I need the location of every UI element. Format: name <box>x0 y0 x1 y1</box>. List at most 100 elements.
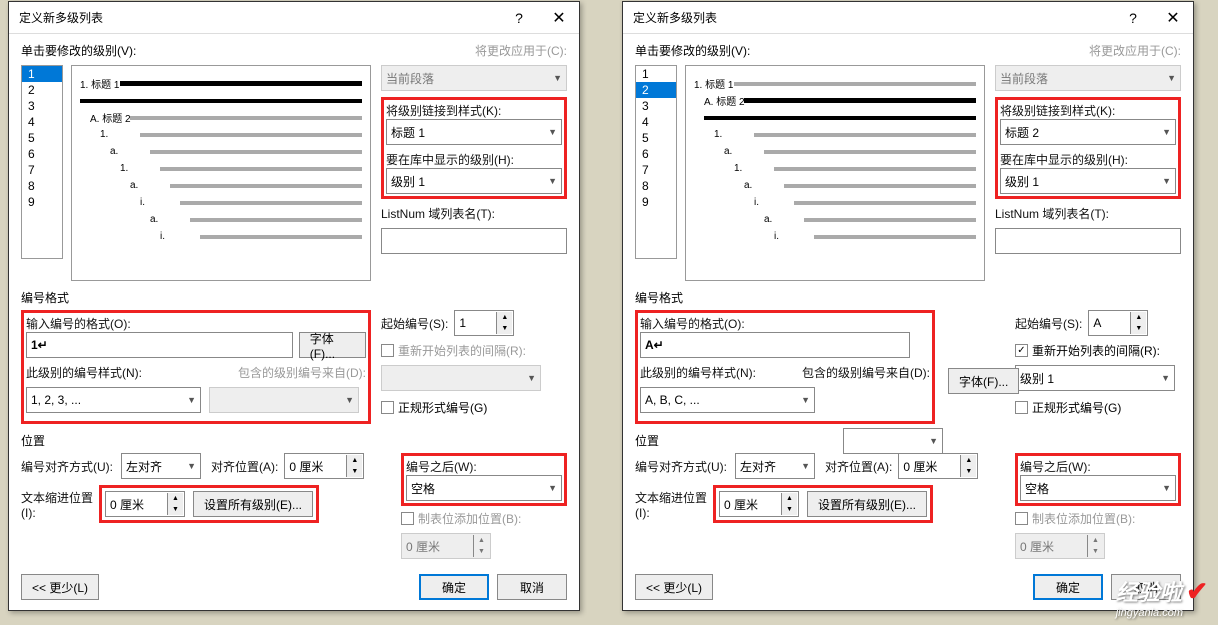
show-level-label: 要在库中显示的级别(H): <box>386 151 562 168</box>
level-list[interactable]: 1 2 3 4 5 6 7 8 9 <box>21 65 63 259</box>
indent-label: 文本缩进位置(I): <box>635 489 713 520</box>
cancel-button[interactable]: 取消 <box>497 574 567 600</box>
tab-pos-label: 制表位添加位置(B): <box>1032 510 1135 527</box>
level-item[interactable]: 5 <box>22 130 62 146</box>
listnum-label: ListNum 域列表名(T): <box>381 205 567 222</box>
level-item[interactable]: 1 <box>22 66 62 82</box>
level-item[interactable]: 7 <box>22 162 62 178</box>
link-style-label: 将级别链接到样式(K): <box>1000 102 1176 119</box>
help-button[interactable]: ? <box>499 2 539 34</box>
level-item[interactable]: 6 <box>636 146 676 162</box>
start-at-input[interactable]: 1 ▲▼ <box>454 310 514 336</box>
close-button[interactable]: ✕ <box>1153 2 1193 34</box>
level-item[interactable]: 7 <box>636 162 676 178</box>
show-level-select[interactable]: 级别 1▼ <box>1000 168 1176 194</box>
level-item[interactable]: 2 <box>22 82 62 98</box>
link-style-label: 将级别链接到样式(K): <box>386 102 562 119</box>
restart-select[interactable]: 级别 1▼ <box>1015 365 1175 391</box>
level-item[interactable]: 4 <box>636 114 676 130</box>
number-format-group: 编号格式 <box>21 289 567 306</box>
level-item[interactable]: 2 <box>636 82 676 98</box>
preview-box: 1. 标题 1 A. 标题 2 1. a. 1. a. i. a. i. <box>685 65 985 281</box>
legal-label: 正规形式编号(G) <box>398 399 487 416</box>
set-all-button[interactable]: 设置所有级别(E)... <box>807 491 927 517</box>
listnum-input[interactable] <box>995 228 1181 254</box>
apply-to-label: 将更改应用于(C): <box>1089 42 1181 59</box>
set-all-button[interactable]: 设置所有级别(E)... <box>193 491 313 517</box>
level-item[interactable]: 8 <box>22 178 62 194</box>
level-item[interactable]: 8 <box>636 178 676 194</box>
ok-button[interactable]: 确定 <box>1033 574 1103 600</box>
align-at-label: 对齐位置(A): <box>825 458 892 475</box>
level-item[interactable]: 1 <box>636 66 676 82</box>
dialog-title: 定义新多级列表 <box>19 9 103 26</box>
level-item[interactable]: 5 <box>636 130 676 146</box>
show-level-label: 要在库中显示的级别(H): <box>1000 151 1176 168</box>
legal-label: 正规形式编号(G) <box>1032 399 1121 416</box>
level-item[interactable]: 3 <box>636 98 676 114</box>
dialog-right: 定义新多级列表 ? ✕ 单击要修改的级别(V): 将更改应用于(C): 1 2 … <box>622 1 1194 611</box>
restart-checkbox[interactable]: ✓ <box>1015 344 1028 357</box>
click-level-label: 单击要修改的级别(V): <box>635 42 750 59</box>
restart-select[interactable]: ▼ <box>381 365 541 391</box>
include-from-select[interactable]: ▼ <box>843 428 943 454</box>
tab-pos-input: 0 厘米 ▲▼ <box>1015 533 1105 559</box>
level-item[interactable]: 9 <box>636 194 676 210</box>
follow-label: 编号之后(W): <box>1020 458 1176 475</box>
titlebar: 定义新多级列表 ? ✕ <box>623 2 1193 34</box>
close-button[interactable]: ✕ <box>539 2 579 34</box>
restart-checkbox[interactable] <box>381 344 394 357</box>
this-level-style-label: 此级别的编号样式(N): <box>640 364 756 381</box>
align-select[interactable]: 左对齐▼ <box>121 453 201 479</box>
indent-input[interactable]: 0 厘米 ▲▼ <box>105 491 185 517</box>
tab-checkbox[interactable] <box>401 512 414 525</box>
apply-to-select[interactable]: 当前段落▼ <box>381 65 567 91</box>
less-button[interactable]: << 更少(L) <box>21 574 99 600</box>
level-item[interactable]: 9 <box>22 194 62 210</box>
restart-label: 重新开始列表的间隔(R): <box>1032 342 1160 359</box>
level-item[interactable]: 6 <box>22 146 62 162</box>
follow-select[interactable]: 空格▼ <box>1020 475 1176 501</box>
start-at-input[interactable]: A ▲▼ <box>1088 310 1148 336</box>
include-from-select[interactable]: ▼ <box>209 387 359 413</box>
align-label: 编号对齐方式(U): <box>635 458 735 475</box>
highlight-indent: 0 厘米 ▲▼ 设置所有级别(E)... <box>713 485 933 523</box>
format-input[interactable]: 1↵ <box>26 332 293 358</box>
font-button[interactable]: 字体(F)... <box>948 368 1019 394</box>
help-button[interactable]: ? <box>1113 2 1153 34</box>
ok-button[interactable]: 确定 <box>419 574 489 600</box>
format-input[interactable]: A↵ <box>640 332 910 358</box>
align-label: 编号对齐方式(U): <box>21 458 121 475</box>
legal-checkbox[interactable] <box>1015 401 1028 414</box>
tab-checkbox[interactable] <box>1015 512 1028 525</box>
align-select[interactable]: 左对齐▼ <box>735 453 815 479</box>
style-select[interactable]: 1, 2, 3, ...▼ <box>26 387 201 413</box>
link-style-select[interactable]: 标题 2▼ <box>1000 119 1176 145</box>
align-at-input[interactable]: 0 厘米 ▲▼ <box>898 453 978 479</box>
less-button[interactable]: << 更少(L) <box>635 574 713 600</box>
follow-label: 编号之后(W): <box>406 458 562 475</box>
highlight-follow: 编号之后(W): 空格▼ <box>1015 453 1181 506</box>
titlebar: 定义新多级列表 ? ✕ <box>9 2 579 34</box>
tab-pos-input: 0 厘米 ▲▼ <box>401 533 491 559</box>
highlight-format: 输入编号的格式(O): A↵ 此级别的编号样式(N): 包含的级别编号来自(D)… <box>635 310 935 424</box>
dialog-title: 定义新多级列表 <box>633 9 717 26</box>
align-at-input[interactable]: 0 厘米 ▲▼ <box>284 453 364 479</box>
link-style-select[interactable]: 标题 1▼ <box>386 119 562 145</box>
level-list[interactable]: 1 2 3 4 5 6 7 8 9 <box>635 65 677 259</box>
indent-input[interactable]: 0 厘米 ▲▼ <box>719 491 799 517</box>
follow-select[interactable]: 空格▼ <box>406 475 562 501</box>
style-select[interactable]: A, B, C, ...▼ <box>640 387 815 413</box>
start-at-label: 起始编号(S): <box>1015 315 1082 332</box>
apply-to-select[interactable]: 当前段落▼ <box>995 65 1181 91</box>
level-item[interactable]: 3 <box>22 98 62 114</box>
legal-checkbox[interactable] <box>381 401 394 414</box>
highlight-link-style: 将级别链接到样式(K): 标题 1▼ 要在库中显示的级别(H): 级别 1▼ <box>381 97 567 199</box>
show-level-select[interactable]: 级别 1▼ <box>386 168 562 194</box>
level-item[interactable]: 4 <box>22 114 62 130</box>
start-at-label: 起始编号(S): <box>381 315 448 332</box>
highlight-follow: 编号之后(W): 空格▼ <box>401 453 567 506</box>
this-level-style-label: 此级别的编号样式(N): <box>26 364 142 381</box>
font-button[interactable]: 字体(F)... <box>299 332 366 358</box>
listnum-input[interactable] <box>381 228 567 254</box>
